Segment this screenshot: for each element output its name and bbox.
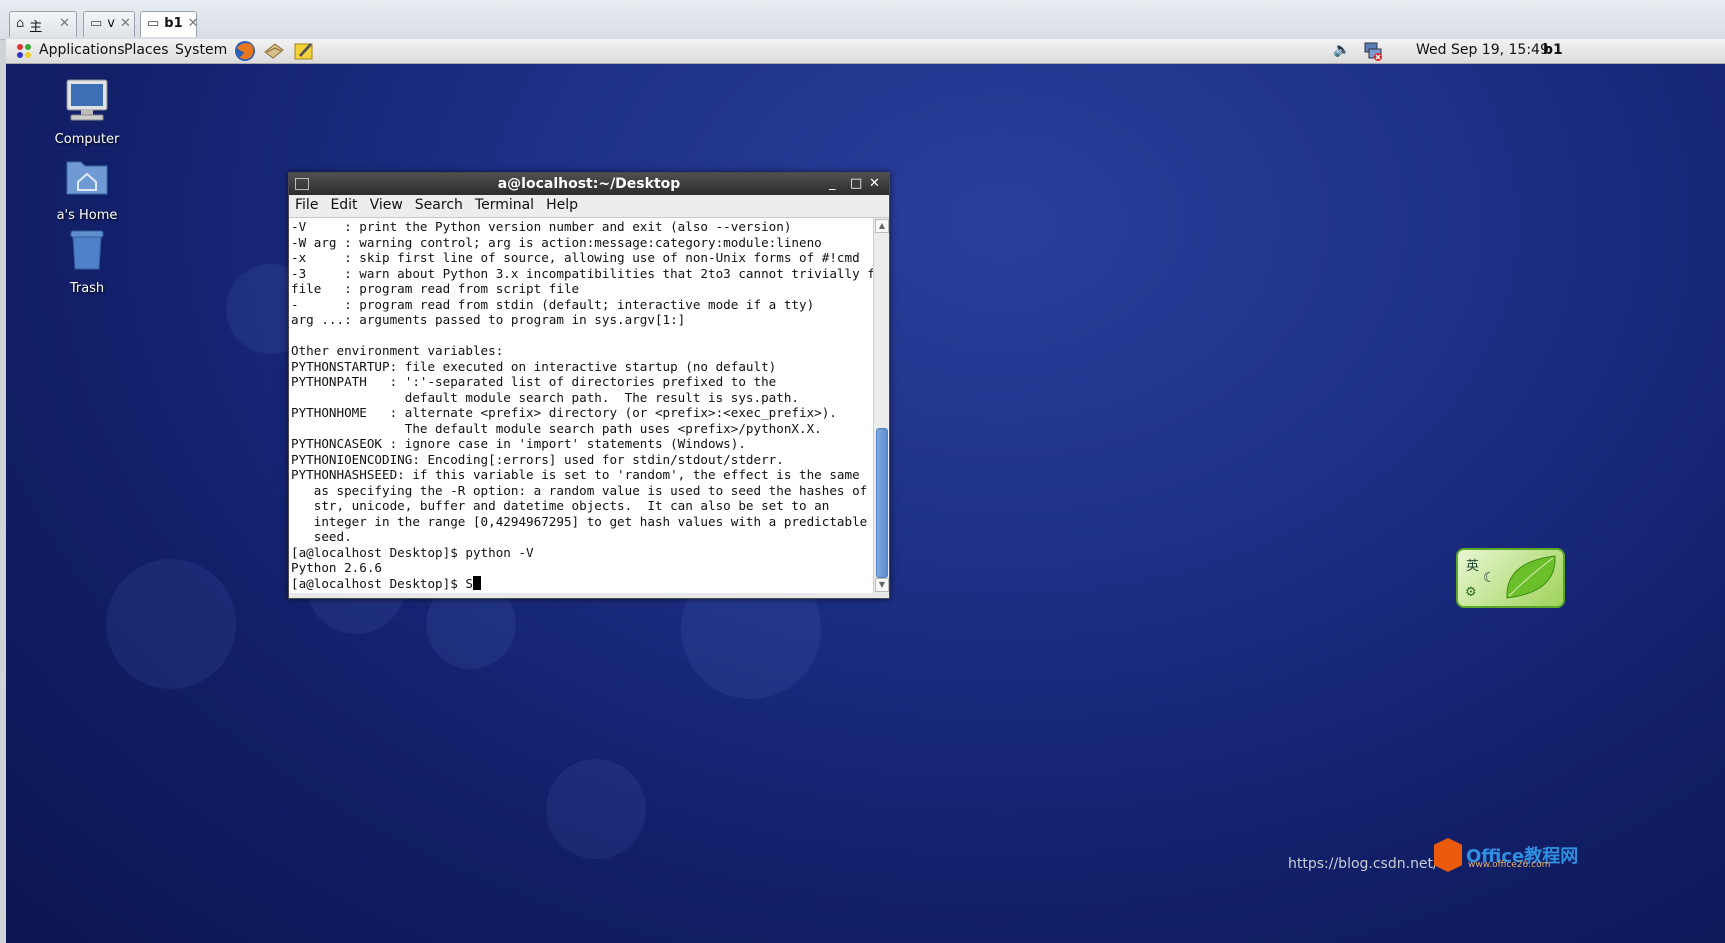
vm-tab-b1[interactable]: ▭ b1 ✕ (140, 11, 199, 37)
terminal-line: PYTHONSTARTUP: file executed on interact… (291, 358, 777, 374)
desktop-icon-computer[interactable]: Computer (32, 76, 142, 147)
clock[interactable]: Wed Sep 19, 15:49 (1416, 42, 1549, 58)
vm-icon: ▭ (90, 16, 103, 31)
menu-search[interactable]: Search (409, 195, 469, 213)
scroll-down-icon[interactable]: ▼ (875, 578, 889, 592)
terminal-line: arg ...: arguments passed to program in … (291, 312, 686, 327)
places-menu[interactable]: Places (124, 42, 169, 58)
background-decoration (106, 559, 236, 689)
terminal-line: -V : print the Python version number and… (291, 219, 792, 234)
home-icon: ⌂ (16, 16, 25, 31)
background-decoration (546, 759, 646, 859)
input-method-widget[interactable]: 英 ☾ ⚙ (1456, 548, 1565, 608)
home-folder-icon (66, 161, 108, 195)
computer-icon (66, 79, 108, 121)
terminal-line: PYTHONHASHSEED: if this variable is set … (291, 467, 860, 482)
volume-icon[interactable]: 🔈 (1333, 42, 1355, 64)
shell-prompt: [a@localhost Desktop]$ (291, 575, 466, 591)
top-panel: Applications Places System 🔈 Wed Sep 19,… (6, 39, 1725, 64)
vm-tab-home[interactable]: ⌂ 主页 ✕ (9, 11, 77, 54)
terminal-title-bar[interactable]: a@localhost:~/Desktop _ □ ✕ (289, 173, 889, 195)
trash-icon (70, 230, 104, 270)
moon-icon[interactable]: ☾ (1483, 570, 1496, 586)
watermark-url: https://blog.csdn.net/ (1288, 856, 1438, 872)
vm-tab-strip: ⌂ 主页 ✕ ▭ v ✕ ▭ b1 ✕ (0, 0, 1725, 54)
guest-screen: Applications Places System 🔈 Wed Sep 19,… (6, 39, 1725, 943)
scrollbar-thumb[interactable] (876, 428, 888, 578)
system-menu[interactable]: System (175, 42, 227, 58)
terminal-line: as specifying the -R option: a random va… (291, 482, 868, 498)
vm-icon: ▭ (147, 16, 160, 31)
office-brand-sub: www.office26.com (1468, 860, 1551, 870)
maximize-icon[interactable]: □ (850, 173, 862, 195)
minimize-icon[interactable]: _ (829, 173, 836, 195)
office-watermark-logo: Office教程网 www.office26.com (1434, 838, 1578, 872)
leaf-icon (1506, 555, 1556, 599)
terminal-line: str, unicode, buffer and datetime object… (291, 498, 830, 513)
terminal-menubar: File Edit View Search Terminal Help (289, 195, 889, 218)
terminal-scrollbar[interactable]: ▲ ▼ (873, 218, 889, 593)
terminal-line: PYTHONPATH : ':'-separated list of direc… (291, 374, 777, 389)
menu-file[interactable]: File (289, 195, 324, 213)
command-input[interactable]: S (465, 576, 473, 591)
desktop-icon-label: a's Home (56, 208, 118, 223)
close-icon[interactable]: ✕ (59, 16, 70, 31)
terminal-window[interactable]: a@localhost:~/Desktop _ □ ✕ File Edit View… (288, 172, 890, 599)
terminal-output[interactable]: -V : print the Python version number and… (289, 218, 873, 593)
terminal-line: -W arg : warning control; arg is action:… (291, 234, 822, 250)
desktop-icon-label: Computer (54, 132, 120, 147)
terminal-line: The default module search path uses <pre… (291, 420, 822, 436)
terminal-line: PYTHONIOENCODING: Encoding[:errors] used… (291, 451, 784, 467)
terminal-lines: -V : print the Python version number and… (291, 219, 873, 576)
desktop-icon-trash[interactable]: Trash (32, 225, 142, 296)
gnome-foot-icon (17, 44, 31, 58)
terminal-line: [a@localhost Desktop]$ python -V (291, 544, 534, 560)
office-logo-icon (1434, 838, 1462, 872)
text-cursor (472, 575, 481, 590)
close-icon[interactable]: ✕ (869, 173, 880, 195)
terminal-line: PYTHONHOME : alternate <prefix> director… (291, 405, 837, 420)
note-editor-icon[interactable] (293, 40, 315, 62)
menu-help[interactable]: Help (540, 195, 584, 213)
terminal-icon (295, 178, 309, 190)
network-disconnected-icon[interactable] (1362, 40, 1384, 62)
terminal-line: - : program read from stdin (default; in… (291, 296, 815, 312)
mail-icon[interactable] (263, 40, 285, 62)
desktop-icon-home[interactable]: a's Home (32, 152, 142, 223)
close-icon[interactable]: ✕ (120, 16, 131, 31)
user-name[interactable]: b1 (1543, 42, 1563, 58)
terminal-line: PYTHONCASEOK : ignore case in 'import' s… (291, 436, 746, 451)
vm-tab-label: b1 (164, 16, 183, 31)
scroll-up-icon[interactable]: ▲ (875, 219, 889, 233)
window-title: a@localhost:~/Desktop (497, 176, 681, 192)
terminal-line: seed. (291, 529, 352, 544)
terminal-line: -3 : warn about Python 3.x incompatibili… (291, 265, 873, 281)
menu-edit[interactable]: Edit (324, 195, 363, 213)
terminal-line: Python 2.6.6 (291, 560, 382, 575)
terminal-line: file : program read from script file (291, 281, 580, 296)
vm-tab-v[interactable]: ▭ v ✕ (83, 11, 135, 37)
firefox-icon[interactable] (234, 40, 256, 62)
menu-view[interactable]: View (364, 195, 409, 213)
terminal-line: Other environment variables: (291, 343, 504, 358)
desktop-background: Computer a's Home Trash a@localhost:~/De… (6, 64, 1725, 943)
close-icon[interactable]: ✕ (188, 16, 199, 31)
terminal-line: -x : skip first line of source, allowing… (291, 250, 860, 265)
applications-menu[interactable]: Applications (39, 42, 125, 58)
terminal-line: default module search path. The result i… (291, 389, 799, 405)
desktop-icon-label: Trash (69, 281, 105, 296)
gear-icon[interactable]: ⚙ (1465, 585, 1477, 600)
menu-terminal[interactable]: Terminal (469, 195, 540, 213)
terminal-line: integer in the range [0,4294967295] to g… (291, 513, 868, 529)
vm-tab-label: v (107, 16, 115, 31)
ime-language-indicator[interactable]: 英 (1466, 555, 1479, 574)
